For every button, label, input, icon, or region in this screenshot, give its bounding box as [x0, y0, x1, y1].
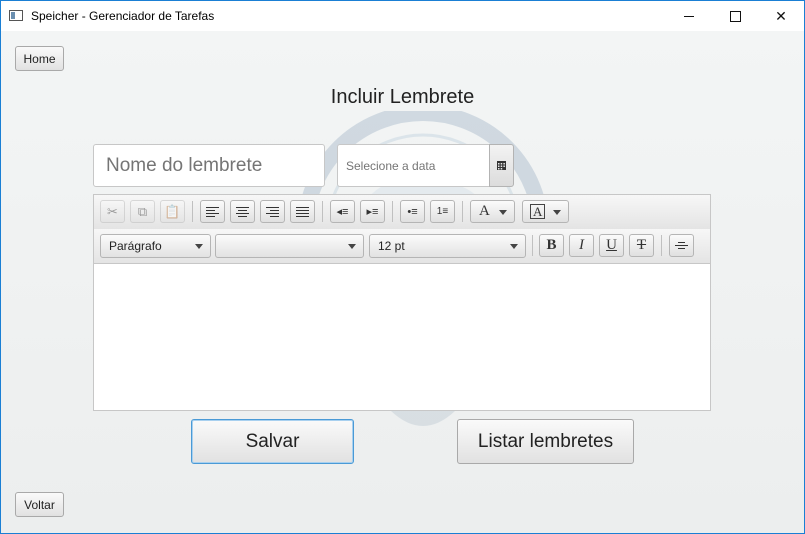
numbered-list-button[interactable]: 1≡ [430, 200, 455, 223]
copy-button[interactable]: ⧉ [130, 200, 155, 223]
bold-button[interactable]: B [539, 234, 564, 257]
align-right-icon [266, 206, 279, 217]
calendar-button[interactable] [489, 144, 514, 187]
text-color-picker[interactable]: A [470, 200, 515, 223]
main-content: Home Incluir Lembrete ✂ ⧉ 📋 ◂≡ ▸≡ •≡ [1, 31, 804, 533]
maximize-icon [729, 10, 741, 22]
strikethrough-button[interactable]: T [629, 234, 654, 257]
close-icon: ✕ [775, 7, 787, 24]
font-size-select[interactable]: 12 pt [369, 234, 526, 258]
list-reminders-button[interactable]: Listar lembretes [457, 419, 634, 464]
italic-button[interactable]: I [569, 234, 594, 257]
underline-button[interactable]: U [599, 234, 624, 257]
font-size-value: 12 pt [378, 239, 405, 253]
editor-content-area[interactable] [94, 264, 710, 410]
align-left-button[interactable] [200, 200, 225, 223]
bold-icon: B [546, 237, 557, 253]
strikethrough-icon: T [636, 237, 647, 253]
background-color-picker[interactable]: A [522, 200, 569, 223]
align-left-icon [206, 206, 219, 217]
outdent-button[interactable]: ◂≡ [330, 200, 355, 223]
scissors-icon: ✂ [107, 203, 118, 219]
align-center-button[interactable] [230, 200, 255, 223]
maximize-button[interactable] [712, 1, 758, 31]
copy-icon: ⧉ [137, 203, 148, 219]
bullet-list-button[interactable]: •≡ [400, 200, 425, 223]
italic-icon: I [579, 237, 584, 253]
title-bar: Speicher - Gerenciador de Tarefas ✕ [1, 1, 804, 31]
home-button[interactable]: Home [15, 46, 64, 71]
underline-icon: U [606, 237, 617, 253]
save-button[interactable]: Salvar [191, 419, 354, 464]
minimize-icon [684, 15, 694, 17]
minimize-button[interactable] [666, 1, 712, 31]
align-center-icon [236, 206, 249, 217]
cut-button[interactable]: ✂ [100, 200, 125, 223]
horizontal-rule-button[interactable] [669, 234, 694, 257]
chevron-down-icon [195, 244, 203, 249]
app-icon [9, 10, 23, 21]
text-color-icon: A [479, 203, 490, 219]
bullet-list-icon: •≡ [407, 205, 418, 218]
numbered-list-icon: 1≡ [436, 206, 449, 217]
paste-button[interactable]: 📋 [160, 200, 185, 223]
editor-toolbar-top: ✂ ⧉ 📋 ◂≡ ▸≡ •≡ 1≡ A A [94, 195, 710, 230]
html-editor: ✂ ⧉ 📋 ◂≡ ▸≡ •≡ 1≡ A A Parágrafo 12 pt B … [93, 194, 711, 411]
paragraph-style-value: Parágrafo [109, 239, 162, 253]
editor-toolbar-bottom: Parágrafo 12 pt B I U T [94, 229, 710, 264]
calendar-icon [497, 161, 506, 170]
justify-button[interactable] [290, 200, 315, 223]
app-window: Speicher - Gerenciador de Tarefas ✕ Home… [0, 0, 805, 534]
outdent-icon: ◂≡ [336, 206, 349, 218]
indent-icon: ▸≡ [366, 206, 379, 218]
font-family-select[interactable] [215, 234, 364, 258]
back-button[interactable]: Voltar [15, 492, 64, 517]
paragraph-style-select[interactable]: Parágrafo [100, 234, 211, 258]
align-right-button[interactable] [260, 200, 285, 223]
justify-icon [296, 206, 309, 217]
background-color-icon: A [530, 204, 546, 219]
date-picker-input[interactable] [337, 144, 490, 187]
reminder-name-input[interactable] [93, 144, 325, 187]
page-title: Incluir Lembrete [330, 86, 475, 108]
window-title: Speicher - Gerenciador de Tarefas [31, 9, 215, 23]
horizontal-rule-icon [675, 242, 688, 249]
chevron-down-icon [348, 244, 356, 249]
chevron-down-icon [510, 244, 518, 249]
chevron-down-icon [553, 210, 561, 215]
indent-button[interactable]: ▸≡ [360, 200, 385, 223]
close-button[interactable]: ✕ [758, 1, 804, 31]
chevron-down-icon [499, 210, 507, 215]
paste-icon: 📋 [164, 203, 181, 219]
